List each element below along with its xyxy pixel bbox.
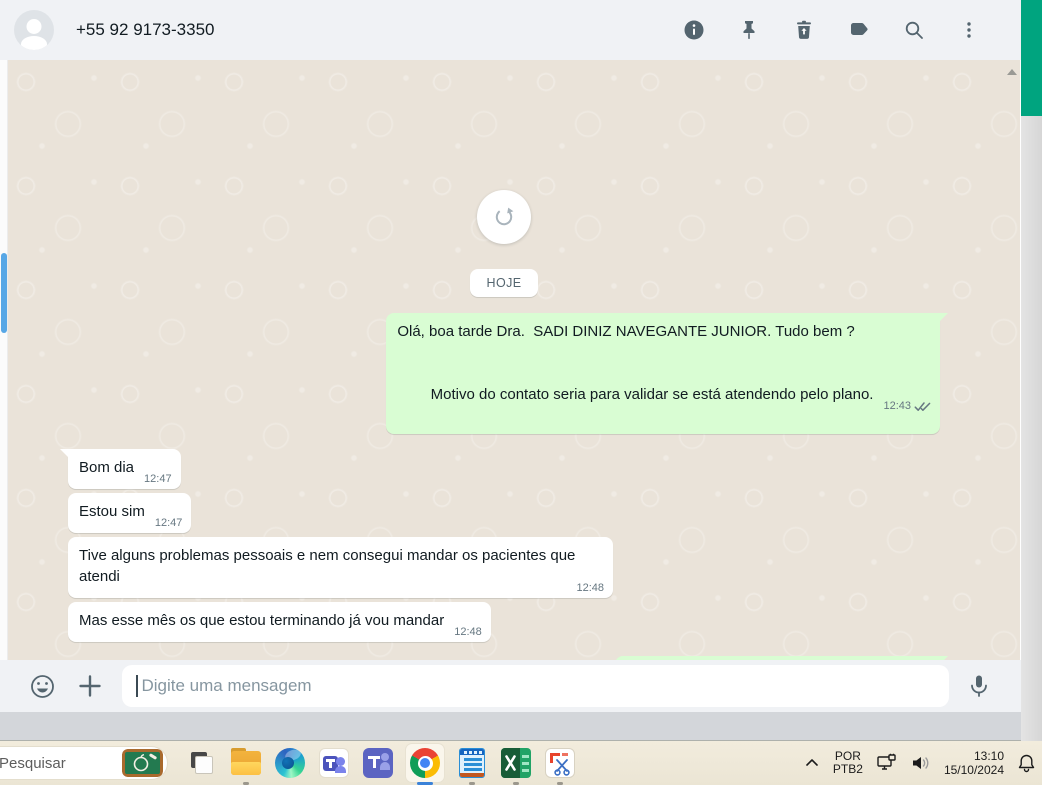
language-indicator[interactable]: POR PTB2 bbox=[833, 750, 863, 776]
message-text: Mas esse mês os que estou terminando já … bbox=[79, 612, 445, 629]
taskbar-app-teams[interactable] bbox=[318, 747, 350, 779]
file-explorer-icon bbox=[231, 748, 261, 775]
message-meta: 12:48 bbox=[454, 622, 482, 643]
label-icon[interactable] bbox=[847, 18, 871, 42]
taskbar-app-excel[interactable] bbox=[500, 747, 532, 785]
message-text: Bom dia bbox=[79, 459, 135, 476]
tray-clock[interactable]: 13:10 15/10/2024 bbox=[944, 749, 1004, 777]
message-bubble-incoming: Mas esse mês os que estou terminando já … bbox=[68, 602, 491, 642]
message-bubble-incoming: Tive alguns problemas pessoais e nem con… bbox=[68, 537, 613, 598]
taskbar-apps bbox=[186, 741, 576, 785]
taskbar-app-notepad[interactable] bbox=[456, 747, 488, 785]
teams-classic-icon bbox=[363, 748, 393, 778]
chalkboard-apple-icon[interactable] bbox=[122, 749, 163, 777]
message-bubble-incoming: Estou sim 12:47 bbox=[68, 493, 192, 534]
message-meta: 12:47 bbox=[144, 469, 172, 490]
message-time: 12:48 bbox=[454, 626, 482, 638]
search-placeholder: Pesquisar bbox=[0, 754, 66, 772]
taskbar-app-snipping-tool[interactable] bbox=[544, 747, 576, 785]
message-input[interactable]: Digite uma mensagem bbox=[122, 665, 949, 707]
message-time: 12:47 bbox=[144, 473, 172, 485]
avatar-person-icon bbox=[26, 19, 42, 34]
sync-refresh-button[interactable] bbox=[477, 190, 531, 244]
contact-name[interactable]: +55 92 9173-3350 bbox=[76, 20, 215, 40]
message-composer: Digite uma mensagem bbox=[0, 660, 1021, 712]
system-tray: POR PTB2 13:10 15/10/2024 bbox=[804, 741, 1036, 785]
taskbar-app-teams-classic[interactable] bbox=[362, 747, 394, 779]
search-icon[interactable] bbox=[902, 18, 926, 42]
message-text: 12:43 Motivo do contato seria para valid… bbox=[397, 363, 931, 426]
taskbar-search[interactable]: Pesquisar bbox=[0, 746, 168, 780]
windows-taskbar: Pesquisar POR PTB2 13:10 15/10/2024 bbox=[0, 741, 1042, 785]
date-divider: HOJE bbox=[469, 269, 539, 297]
network-icon[interactable] bbox=[876, 753, 898, 773]
message-meta: 12:43 bbox=[883, 396, 931, 417]
taskbar-app-task-view[interactable] bbox=[186, 747, 218, 779]
input-placeholder: Digite uma mensagem bbox=[141, 676, 312, 695]
double-check-icon bbox=[914, 402, 931, 411]
chevron-up-icon[interactable] bbox=[804, 755, 820, 771]
tray-time: 13:10 bbox=[973, 749, 1004, 763]
text-cursor bbox=[136, 675, 138, 697]
pin-icon[interactable] bbox=[737, 18, 761, 42]
refresh-icon bbox=[495, 207, 514, 226]
kebab-menu-icon[interactable] bbox=[957, 18, 981, 42]
notification-bell-icon[interactable] bbox=[1017, 753, 1036, 773]
message-time: 12:47 bbox=[154, 517, 183, 529]
message-meta: 12:48 bbox=[576, 578, 604, 599]
taskbar-app-edge[interactable] bbox=[274, 747, 306, 779]
mic-icon[interactable] bbox=[965, 672, 993, 700]
message-text: Estou sim bbox=[79, 503, 145, 520]
keyboard-layout: PTB2 bbox=[832, 762, 863, 776]
chat-conversation-area: HOJE Olá, boa tarde Dra. SADI DINIZ NAVE… bbox=[8, 60, 1020, 660]
attach-plus-icon[interactable] bbox=[76, 672, 104, 700]
message-text: Olá, boa tarde Dra. SADI DINIZ NAVEGANTE… bbox=[397, 323, 855, 340]
scroll-up-arrow-icon[interactable] bbox=[1007, 69, 1017, 75]
message-meta: 12:47 bbox=[155, 513, 183, 534]
chrome-icon bbox=[410, 748, 440, 778]
left-scrollbar-thumb[interactable] bbox=[1, 253, 7, 333]
teams-icon bbox=[319, 748, 349, 778]
edge-icon bbox=[275, 748, 305, 778]
left-panel-scrollbar bbox=[0, 60, 8, 660]
excel-icon bbox=[501, 748, 531, 778]
notepad-icon bbox=[459, 748, 485, 778]
header-actions bbox=[682, 18, 981, 42]
volume-icon[interactable] bbox=[911, 754, 931, 772]
taskbar-app-file-explorer[interactable] bbox=[230, 747, 262, 785]
emoji-icon[interactable] bbox=[28, 672, 56, 700]
tray-date: 15/10/2024 bbox=[943, 763, 1004, 777]
info-icon[interactable] bbox=[682, 18, 706, 42]
taskbar-app-chrome[interactable] bbox=[406, 744, 444, 785]
scrollbar-thumb-teal[interactable] bbox=[1021, 0, 1042, 116]
snipping-tool-icon bbox=[545, 748, 575, 778]
contact-avatar[interactable] bbox=[14, 10, 54, 50]
page-scrollbar[interactable] bbox=[1021, 0, 1042, 741]
message-text: Tive alguns problemas pessoais e nem con… bbox=[79, 547, 580, 585]
message-bubble-incoming: Bom dia 12:47 bbox=[60, 449, 181, 490]
message-bubble-outgoing: Olá, boa tarde Dra. SADI DINIZ NAVEGANTE… bbox=[386, 313, 948, 434]
delete-icon[interactable] bbox=[792, 18, 816, 42]
message-list: Olá, boa tarde Dra. SADI DINIZ NAVEGANTE… bbox=[60, 313, 949, 660]
window-bottom-band bbox=[0, 712, 1021, 741]
message-time: 12:48 bbox=[576, 582, 604, 594]
message-time: 12:43 bbox=[883, 400, 911, 412]
chat-header: +55 92 9173-3350 bbox=[0, 0, 1021, 60]
